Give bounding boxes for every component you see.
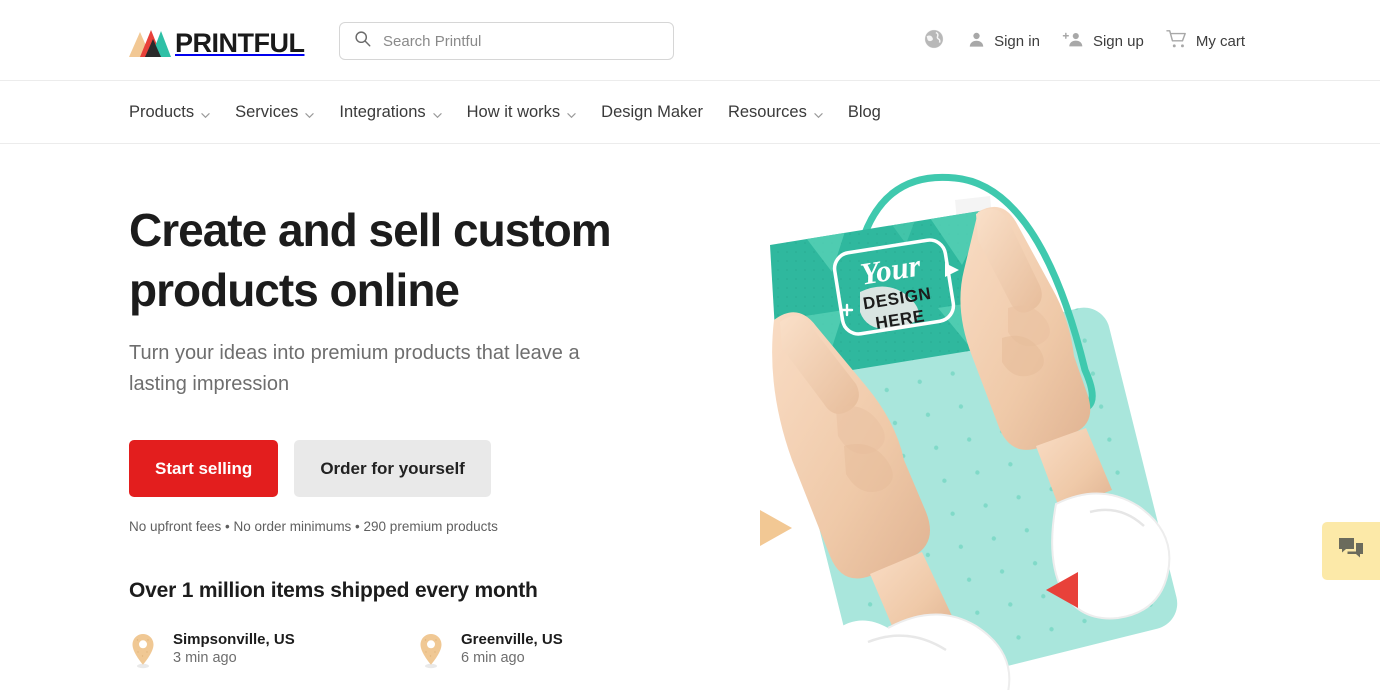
search-input[interactable]: [383, 32, 659, 50]
cart-icon: [1166, 29, 1188, 54]
nav-label: Blog: [847, 102, 881, 121]
header-actions: Sign in Sign up My cart: [923, 28, 1245, 55]
recent-orders-list: Simpsonville, US 3 min ago Greenville, U…: [129, 631, 729, 675]
chevron-down-icon: [567, 107, 576, 118]
logo-text: PRINTFUL: [175, 28, 305, 58]
nav-item-design-maker[interactable]: Design Maker: [601, 103, 703, 122]
person-icon: [967, 30, 986, 54]
shipped-heading: Over 1 million items shipped every month: [129, 579, 538, 602]
hero-subtitle: Turn your ideas into premium products th…: [129, 342, 580, 395]
my-cart-label: My cart: [1195, 33, 1245, 50]
sign-up-label: Sign up: [1092, 33, 1144, 50]
nav-item-products[interactable]: Products: [129, 103, 210, 122]
chevron-down-icon: [814, 107, 823, 118]
nav-label: Resources: [727, 102, 807, 121]
nav-label: Products: [129, 102, 195, 121]
chevron-down-icon: [305, 107, 315, 118]
start-selling-button[interactable]: Start selling: [129, 440, 279, 497]
sign-in-button[interactable]: Sign in: [967, 30, 1040, 54]
language-selector-button[interactable]: [923, 28, 945, 55]
list-item: Greenville, US 6 min ago: [417, 631, 705, 675]
nav-item-resources[interactable]: Resources: [728, 103, 823, 122]
nav-item-blog[interactable]: Blog: [848, 103, 881, 122]
site-header: PRINTFUL Search Printful Sign in Sign up…: [0, 0, 1380, 81]
location-city: Simpsonville, US: [173, 631, 295, 648]
map-pin-icon: [129, 632, 157, 675]
location-city: Greenville, US: [461, 631, 563, 648]
chevron-down-icon: [201, 107, 210, 118]
printful-homepage: PRINTFUL Search Printful Sign in Sign up…: [0, 0, 1380, 700]
nav-label: Services: [235, 102, 299, 121]
page-title: Create and sell custom products online: [129, 204, 612, 316]
order-for-yourself-button[interactable]: Order for yourself: [294, 440, 491, 497]
list-item: Simpsonville, US 3 min ago: [129, 631, 417, 675]
nav-item-services[interactable]: Services: [235, 102, 315, 122]
sign-in-label: Sign in: [994, 33, 1040, 50]
printful-logo[interactable]: PRINTFUL: [129, 25, 305, 58]
person-plus-icon: [1062, 30, 1085, 54]
chevron-down-icon: [432, 107, 442, 118]
tan-triangle-decoration: [760, 510, 792, 546]
my-cart-button[interactable]: My cart: [1166, 29, 1245, 54]
cta-row: Start selling Order for yourself: [129, 440, 729, 497]
sign-up-button[interactable]: Sign up: [1062, 30, 1144, 54]
main-navigation: Products Services Integrations How it wo…: [0, 81, 1380, 144]
hero-content: Create and sell custom products online T…: [129, 200, 729, 675]
hero-illustration: Your DESIGN HERE: [740, 160, 1240, 690]
mountains-logo-icon: [129, 29, 171, 57]
nav-label: Integrations: [339, 102, 426, 121]
map-pin-icon: [417, 632, 445, 675]
search-box[interactable]: [339, 22, 674, 60]
hero-tagline: No upfront fees • No order minimums • 29…: [129, 519, 498, 534]
nav-item-how-it-works[interactable]: How it works: [467, 103, 577, 122]
nav-label: How it works: [466, 102, 561, 121]
chat-widget-button[interactable]: [1322, 522, 1380, 580]
nav-item-integrations[interactable]: Integrations: [339, 102, 442, 122]
search-icon: [354, 30, 383, 52]
nav-label: Design Maker: [601, 102, 703, 121]
location-time: 3 min ago: [173, 650, 237, 666]
location-time: 6 min ago: [461, 650, 525, 666]
chat-bubbles-icon: [1338, 537, 1364, 566]
globe-icon: [923, 28, 945, 55]
